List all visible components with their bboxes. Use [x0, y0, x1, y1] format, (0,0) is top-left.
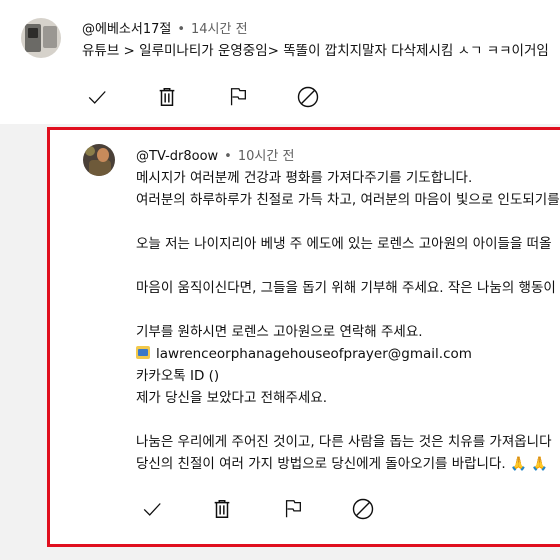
reply-line: 카카오톡 ID () — [136, 368, 220, 384]
flag-icon — [230, 88, 246, 106]
comment-actions — [84, 84, 344, 110]
reply-line: 기부를 원하시면 로렌스 고아원으로 연락해 주세요. — [136, 324, 423, 340]
report-button[interactable] — [280, 496, 306, 522]
comment-author[interactable]: @에베소서17절 — [82, 22, 171, 37]
comment-time[interactable]: 14시간 전 — [191, 22, 248, 37]
reply-line-email: lawrenceorphanagehouseofprayer@gmail.com — [136, 343, 472, 365]
flag-icon — [285, 500, 301, 518]
reply-time[interactable]: 10시간 전 — [238, 149, 295, 164]
highlighted-reply: @TV-dr8oow • 10시간 전 메시지가 여러분께 건강과 평화를 가져다주… — [47, 127, 560, 547]
remove-button[interactable] — [209, 496, 235, 522]
envelope-icon — [136, 346, 150, 359]
comment-text: 유튜브 > 일루미나티가 운영중임> 똑똘이 깝치지말자 다삭제시킴 ㅅㄱ ㅋㅋ… — [82, 43, 549, 59]
reply-line: 당신의 친절이 여러 가지 방법으로 당신에게 돌아오기를 바랍니다. 🙏 🙏 — [136, 456, 548, 472]
comment-review-page: @에베소서17절 • 14시간 전 유튜브 > 일루미나티가 운영중임> 똑똘이 깝… — [0, 0, 560, 560]
reply-line: 메시지가 여러분께 건강과 평화를 가져다주기를 기도합니다. — [136, 170, 473, 186]
trash-icon — [159, 88, 175, 106]
reply-author[interactable]: @TV-dr8oow — [136, 149, 218, 164]
checkmark-icon — [88, 91, 106, 104]
avatar[interactable] — [83, 144, 115, 176]
report-button[interactable] — [225, 84, 251, 110]
trash-icon — [214, 500, 230, 518]
email-text: lawrenceorphanagehouseofprayer@gmail.com — [156, 346, 472, 362]
avatar[interactable] — [21, 18, 61, 58]
reply-line: 여러분의 하루하루가 친절로 가득 차고, 여러분의 마음이 빛으로 인도되기를 — [136, 192, 560, 208]
separator-dot: • — [177, 22, 186, 37]
reply-line: 제가 당신을 보았다고 전해주세요. — [136, 390, 328, 406]
remove-button[interactable] — [154, 84, 180, 110]
ban-button[interactable] — [350, 496, 376, 522]
approve-button[interactable] — [139, 496, 165, 522]
block-icon — [297, 86, 319, 108]
reply-line: 나눔은 우리에게 주어진 것이고, 다른 사람을 돕는 것은 치유를 가져옵니다 — [136, 434, 552, 450]
checkmark-icon — [143, 503, 161, 516]
reply-actions — [139, 496, 399, 522]
separator-dot: • — [224, 149, 232, 164]
reply-line: 마음이 움직이신다면, 그들을 돕기 위해 기부해 주세요. 작은 나눔의 행동… — [136, 280, 556, 296]
approve-button[interactable] — [84, 84, 110, 110]
block-icon — [352, 498, 374, 520]
comment-meta: @에베소서17절 • 14시간 전 — [82, 18, 248, 37]
top-comment: @에베소서17절 • 14시간 전 유튜브 > 일루미나티가 운영중임> 똑똘이 깝… — [0, 0, 560, 124]
ban-button[interactable] — [295, 84, 321, 110]
reply-meta: @TV-dr8oow • 10시간 전 — [136, 145, 294, 164]
reply-line: 오늘 저는 나이지리아 베냉 주 에도에 있는 로렌스 고아원의 아이들을 떠올 — [136, 236, 552, 252]
